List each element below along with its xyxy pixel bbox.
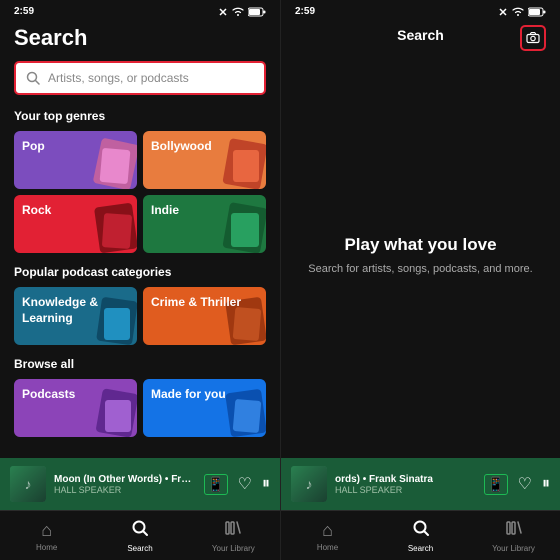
right-page-title: Search: [397, 27, 444, 43]
genre-label-pop: Pop: [22, 139, 45, 155]
right-home-icon: ⌂: [322, 520, 333, 541]
right-search-label: Search: [408, 544, 433, 553]
camera-button[interactable]: [520, 25, 546, 51]
right-bottom-nav: ⌂ Home Search Your Library: [281, 510, 560, 560]
search-icon: [26, 71, 40, 85]
right-search-icon: [412, 519, 430, 542]
right-status-icons: [498, 7, 546, 17]
left-np-thumb: ♪: [10, 466, 46, 502]
left-search-label: Search: [127, 544, 152, 553]
right-mute-icon: [498, 7, 508, 17]
bollywood-art: [220, 135, 264, 187]
right-np-controls: 📱 ♡ ⏸: [484, 474, 550, 495]
mute-icon: [218, 7, 228, 17]
right-nav-library[interactable]: Your Library: [467, 519, 560, 553]
page-title: Search: [14, 25, 266, 51]
search-placeholder: Artists, songs, or podcasts: [48, 71, 189, 85]
left-search-icon: [131, 519, 149, 542]
pop-art: [91, 135, 135, 187]
top-genres-grid: Pop Bollywood Rock: [14, 131, 266, 253]
right-np-info: ords) • Frank Sinatra HALL SPEAKER: [335, 474, 476, 495]
genre-card-rock[interactable]: Rock: [14, 195, 137, 253]
genre-label-bollywood: Bollywood: [151, 139, 212, 155]
right-battery-icon: [528, 7, 546, 17]
right-library-label: Your Library: [492, 544, 535, 553]
left-heart-icon[interactable]: ♡: [238, 474, 252, 494]
genre-label-rock: Rock: [22, 203, 51, 219]
browse-all-grid: Podcasts Made for you: [14, 379, 266, 437]
left-bottom-nav: ⌂ Home Search Your Library: [0, 510, 280, 560]
left-np-info: Moon (In Other Words) • Frank HALL SPEAK…: [54, 474, 196, 495]
genre-card-madeforyou[interactable]: Made for you: [143, 379, 266, 437]
play-love-sub: Search for artists, songs, podcasts, and…: [308, 263, 532, 275]
browse-all-label: Browse all: [14, 357, 266, 371]
right-library-icon: [505, 519, 523, 542]
right-pause-icon[interactable]: ⏸: [542, 475, 550, 493]
podcast-categories-grid: Knowledge & Learning Crime & Thriller: [14, 287, 266, 345]
right-status-bar: 2:59: [281, 0, 560, 19]
left-np-title: Moon (In Other Words) • Frank: [54, 474, 196, 485]
podcast-categories-label: Popular podcast categories: [14, 265, 266, 279]
right-time: 2:59: [295, 6, 315, 17]
left-status-icons: [218, 7, 266, 17]
left-library-icon: [224, 519, 242, 542]
left-status-bar: 2:59: [0, 0, 280, 19]
right-nav-search[interactable]: Search: [374, 519, 467, 553]
left-home-icon: ⌂: [41, 520, 52, 541]
left-panel: 2:59 Search Artists, songs, or podcast: [0, 0, 280, 560]
left-now-playing-bar[interactable]: ♪ Moon (In Other Words) • Frank HALL SPE…: [0, 458, 280, 510]
madeforyou-art: [220, 383, 264, 435]
left-home-label: Home: [36, 543, 57, 552]
wifi-icon: [232, 7, 244, 17]
left-scroll-content: Search Artists, songs, or podcasts Your …: [0, 19, 280, 458]
right-np-title: ords) • Frank Sinatra: [335, 474, 476, 485]
genre-label-indie: Indie: [151, 203, 179, 219]
left-nav-search[interactable]: Search: [93, 519, 186, 553]
left-nav-library[interactable]: Your Library: [187, 519, 280, 553]
left-pause-icon[interactable]: ⏸: [262, 475, 270, 493]
genre-card-pop[interactable]: Pop: [14, 131, 137, 189]
genre-label-knowledge: Knowledge & Learning: [22, 295, 129, 326]
genre-label-madeforyou: Made for you: [151, 387, 226, 403]
left-device-icon[interactable]: 📱: [204, 474, 227, 495]
right-np-thumb: ♪: [291, 466, 327, 502]
left-time: 2:59: [14, 6, 34, 17]
right-search-area: Play what you love Search for artists, s…: [281, 51, 560, 458]
genre-card-knowledge[interactable]: Knowledge & Learning: [14, 287, 137, 345]
right-header: Search: [281, 19, 560, 51]
search-bar[interactable]: Artists, songs, or podcasts: [14, 61, 266, 95]
right-now-playing-bar[interactable]: ♪ ords) • Frank Sinatra HALL SPEAKER 📱 ♡…: [281, 458, 560, 510]
camera-icon: [526, 32, 540, 44]
genre-card-crime[interactable]: Crime & Thriller: [143, 287, 266, 345]
genre-label-crime: Crime & Thriller: [151, 295, 241, 311]
genre-card-indie[interactable]: Indie: [143, 195, 266, 253]
battery-icon: [248, 7, 266, 17]
genre-card-podcasts[interactable]: Podcasts: [14, 379, 137, 437]
indie-art: [220, 199, 264, 251]
rock-art: [91, 199, 135, 251]
right-panel: 2:59 Search Play what: [280, 0, 560, 560]
right-nav-home[interactable]: ⌂ Home: [281, 520, 374, 552]
genre-label-podcasts: Podcasts: [22, 387, 75, 403]
left-library-label: Your Library: [212, 544, 255, 553]
left-nav-home[interactable]: ⌂ Home: [0, 520, 93, 552]
genre-card-bollywood[interactable]: Bollywood: [143, 131, 266, 189]
top-genres-label: Your top genres: [14, 109, 266, 123]
right-device-icon[interactable]: 📱: [484, 474, 507, 495]
podcasts-art: [91, 383, 135, 435]
right-home-label: Home: [317, 543, 338, 552]
right-wifi-icon: [512, 7, 524, 17]
left-np-artist: HALL SPEAKER: [54, 485, 196, 495]
right-heart-icon[interactable]: ♡: [518, 474, 532, 494]
left-np-controls: 📱 ♡ ⏸: [204, 474, 270, 495]
right-np-artist: HALL SPEAKER: [335, 485, 476, 495]
play-love-title: Play what you love: [344, 235, 496, 255]
